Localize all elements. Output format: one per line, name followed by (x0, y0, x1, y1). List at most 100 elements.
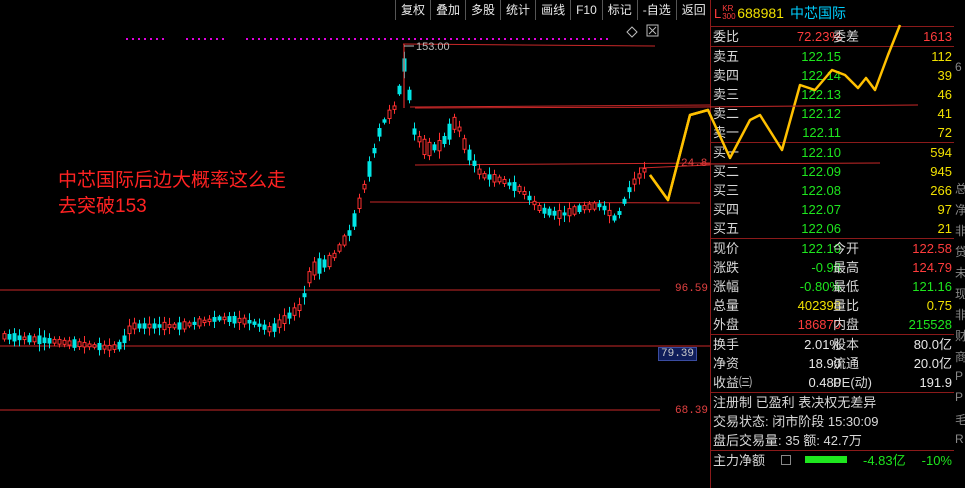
candle-body (427, 141, 432, 157)
marker-dot (402, 38, 404, 40)
order-volume: 21 (937, 221, 952, 236)
marker-dot (522, 38, 524, 40)
toolbar-button[interactable]: 复权 (395, 0, 430, 20)
marker-dot (198, 38, 200, 40)
order-row[interactable]: 买四 122.07 97 (711, 200, 955, 219)
peak-label: 153.00 (416, 41, 450, 53)
fund-flow-bar (805, 456, 847, 463)
toolbar-button[interactable]: 标记 (601, 0, 637, 20)
candle-body (122, 335, 127, 344)
order-price: 122.06 (801, 221, 841, 236)
stat-label: 量比 (833, 298, 860, 313)
marker-dot (336, 38, 338, 40)
order-row[interactable]: 买二 122.09 945 (711, 162, 955, 181)
candle-body (167, 324, 172, 328)
marker-dot (246, 38, 248, 40)
order-row[interactable]: 卖一 122.11 72 (711, 123, 955, 142)
candle-body (172, 323, 177, 329)
weibi-row: 委比 72.23% 委差 1613 (711, 27, 955, 47)
candle-body (527, 195, 532, 201)
toolbar-button[interactable]: F10 (570, 0, 602, 20)
toolbar-button[interactable]: 画线 (535, 0, 570, 20)
marker-dot (222, 38, 224, 40)
toolbar-button[interactable]: 叠加 (430, 0, 465, 20)
marker-dot (594, 38, 596, 40)
marker-dot (318, 38, 320, 40)
stock-code: 688981 (737, 5, 784, 21)
stat-row: 换手 2.01% 股本 80.0亿 (711, 335, 955, 354)
candle-body (392, 105, 397, 110)
market-flag: L (714, 5, 722, 21)
marker-dot (306, 38, 308, 40)
candle-body (457, 126, 462, 132)
candle-body (517, 185, 522, 193)
marker-dot (408, 38, 410, 40)
order-row[interactable]: 卖三 122.13 46 (711, 85, 955, 104)
price-level-label: 24.8 (681, 158, 708, 170)
order-row[interactable]: 买五 122.06 21 (711, 219, 955, 238)
clipped-label: R (955, 432, 964, 446)
close-icon[interactable] (646, 24, 659, 37)
candle-body (432, 144, 437, 151)
candle-body (332, 252, 337, 259)
marker-dot (564, 38, 566, 40)
candle-body (417, 136, 422, 143)
candle-body (512, 182, 517, 191)
candle-body (202, 319, 207, 324)
candle-body (292, 307, 297, 316)
order-row[interactable]: 买三 122.08 266 (711, 181, 955, 200)
order-price: 122.08 (801, 183, 841, 198)
right-clipped-panel: 6总净非贷未现非财商PP毛R (954, 0, 965, 488)
candle-body (547, 208, 552, 216)
diamond-icon[interactable] (626, 26, 638, 38)
candle-body (617, 211, 622, 215)
marker-dot (552, 38, 554, 40)
order-row[interactable]: 卖五 122.15 112 (711, 47, 955, 66)
stat-label: 收益㈢ (713, 375, 753, 390)
order-level-label: 卖四 (713, 68, 740, 83)
stat-label: 总量 (713, 298, 740, 313)
candle-body (117, 341, 122, 350)
stock-header[interactable]: L KR 300 688981 中芯国际 (711, 0, 955, 27)
candle-body (247, 320, 252, 324)
order-row[interactable]: 买一 122.10 594 (711, 143, 955, 162)
marker-dot (432, 38, 434, 40)
order-level-label: 买二 (713, 164, 740, 179)
clipped-label: 6 (955, 60, 962, 74)
candle-body (152, 323, 157, 329)
candle-body (322, 259, 327, 268)
toolbar-button[interactable]: -自选 (636, 0, 676, 20)
candle-body (447, 123, 452, 140)
fund-flow-label: 主力净额 (713, 453, 766, 468)
sell-orders: 卖五 122.15 112 卖四 122.14 39 卖三 122.13 46 卖二 122.12 4… (711, 47, 955, 143)
candle-body (217, 316, 222, 321)
toolbar-button[interactable]: 返回 (675, 0, 712, 20)
marker-dot (216, 38, 218, 40)
price-level-label: 96.59 (675, 283, 709, 295)
candle-body (42, 337, 47, 344)
toolbar-button[interactable]: 统计 (500, 0, 535, 20)
marker-dot (492, 38, 494, 40)
stat-label: 股本 (833, 337, 860, 352)
stat-label: 现价 (713, 241, 740, 256)
kline-chart[interactable]: 153.00 (0, 0, 710, 488)
marker-dot (438, 38, 440, 40)
stock-name: 中芯国际 (789, 5, 846, 21)
candle-body (592, 202, 597, 210)
buy-orders: 买一 122.10 594 买二 122.09 945 买三 122.08 266 买四 122.0… (711, 143, 955, 239)
stat-value: 80.0亿 (913, 337, 952, 352)
candle-body (102, 344, 107, 350)
order-level-label: 买四 (713, 202, 740, 217)
candle-body (37, 335, 42, 345)
marker-dot (294, 38, 296, 40)
menu-icon[interactable] (781, 455, 791, 465)
order-row[interactable]: 卖四 122.14 39 (711, 66, 955, 85)
marker-dot (342, 38, 344, 40)
fund-flow-row: 主力净额 -4.83亿 -10% (711, 451, 955, 470)
toolbar-button[interactable]: 多股 (465, 0, 500, 20)
candle-body (47, 338, 52, 344)
order-volume: 41 (937, 106, 952, 121)
marker-dot (468, 38, 470, 40)
order-row[interactable]: 卖二 122.12 41 (711, 104, 955, 123)
weicha-label: 委差 (833, 29, 860, 44)
